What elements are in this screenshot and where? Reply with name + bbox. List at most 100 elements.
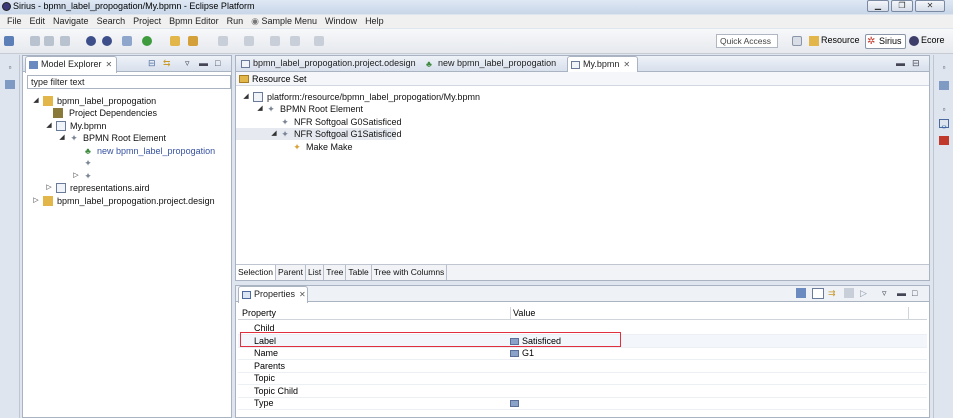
column-value[interactable]: Value <box>510 307 535 320</box>
menu-sample-menu[interactable]: ◉ Sample Menu <box>247 15 321 28</box>
tab-odesign[interactable]: bpmn_label_propogation.project.odesign <box>238 56 416 72</box>
expanded-arrow-icon[interactable]: ◢ <box>256 105 264 113</box>
filter-icon[interactable]: ▷ <box>860 288 867 299</box>
tab-model-explorer[interactable]: Model Explorer ✕ <box>25 56 117 73</box>
code-icon[interactable]: ‹› <box>939 122 949 131</box>
column-property[interactable]: Property <box>242 307 276 320</box>
property-row-topic[interactable]: Topic <box>238 372 927 385</box>
maximize-view-icon[interactable]: □ <box>912 288 917 298</box>
close-tab-icon[interactable]: ✕ <box>299 290 306 299</box>
view-menu-icon[interactable]: ▿ <box>185 58 190 69</box>
tree-item-root-element[interactable]: ◢ ✦ BPMN Root Element <box>23 132 231 144</box>
tab-properties[interactable]: Properties ✕ <box>238 286 308 303</box>
forward-icon[interactable] <box>290 36 300 46</box>
menu-project[interactable]: Project <box>129 15 165 28</box>
menu-window[interactable]: Window <box>321 15 361 28</box>
tree-item-dependencies[interactable]: Project Dependencies <box>23 107 231 119</box>
restore-icon[interactable]: ▫ <box>5 63 15 72</box>
menu-run[interactable]: Run <box>223 15 248 28</box>
maximize-view-icon[interactable]: □ <box>215 58 220 68</box>
run-icon[interactable] <box>142 36 152 46</box>
perspective-sirius[interactable]: ✲ Sirius <box>865 34 906 49</box>
view-menu-icon[interactable]: ▿ <box>882 288 887 299</box>
subtab-table[interactable]: Table <box>346 265 372 280</box>
property-row-name[interactable]: Name G1 <box>238 347 927 360</box>
subtab-list[interactable]: List <box>306 265 325 280</box>
show-categories-icon[interactable] <box>812 288 824 299</box>
restore-right-icon[interactable]: ▫ <box>939 63 949 72</box>
debug-icon[interactable] <box>86 36 96 46</box>
editor-tree-g0[interactable]: ✦ NFR Softgoal G0Satisficed <box>236 116 926 128</box>
property-row-parents[interactable]: Parents <box>238 360 927 373</box>
annotation-icon[interactable] <box>218 36 228 46</box>
property-row-topic-child[interactable]: Topic Child <box>238 385 927 398</box>
menu-bpmn-editor[interactable]: Bpmn Editor <box>165 15 223 28</box>
outline-icon[interactable] <box>939 81 949 90</box>
property-value[interactable]: G1 <box>510 347 534 359</box>
editor-tree-g1[interactable]: ◢ ✦ NFR Softgoal G1Satisficed <box>236 128 402 140</box>
tree-item-unnamed[interactable]: ✦ <box>23 157 231 169</box>
nav-forward-icon[interactable] <box>314 36 324 46</box>
open-perspective-icon[interactable] <box>792 36 802 46</box>
expanded-arrow-icon[interactable]: ◢ <box>242 93 250 101</box>
menu-file[interactable]: File <box>3 15 26 28</box>
print-icon[interactable] <box>60 36 70 46</box>
expanded-arrow-icon[interactable]: ◢ <box>45 122 53 130</box>
subtab-parent[interactable]: Parent <box>276 265 307 280</box>
collapsed-arrow-icon[interactable]: ▷ <box>45 184 53 192</box>
expanded-arrow-icon[interactable]: ◢ <box>32 97 40 105</box>
tree-item-my-bpmn[interactable]: ◢ My.bpmn <box>23 120 231 132</box>
perspective-ecore[interactable]: Ecore <box>908 34 948 49</box>
save-icon[interactable] <box>30 36 40 46</box>
expanded-arrow-icon[interactable]: ◢ <box>270 130 278 138</box>
back-icon[interactable] <box>270 36 280 46</box>
save-all-icon[interactable] <box>44 36 54 46</box>
problems-icon[interactable] <box>939 136 949 145</box>
subtab-tree[interactable]: Tree <box>324 265 347 280</box>
filter-input[interactable]: type filter text <box>27 75 231 89</box>
hierarchy-icon[interactable] <box>5 80 15 89</box>
tree-item-design-project[interactable]: ▷ bpmn_label_propogation.project.design <box>23 195 231 207</box>
minimize-view-icon[interactable]: ▬ <box>897 288 906 298</box>
tree-item-representations[interactable]: ▷ representations.aird <box>23 182 231 194</box>
close-button[interactable]: ✕ <box>915 0 945 12</box>
tab-diagram[interactable]: ♣ new bpmn_label_propogation <box>423 56 563 72</box>
tree-item-unnamed-2[interactable]: ▷ ✦ <box>23 170 231 182</box>
close-tab-icon[interactable]: ✕ <box>106 60 113 69</box>
editor-tree-resource[interactable]: ◢ platform:/resource/bpmn_label_propogat… <box>236 91 926 103</box>
perspective-resource[interactable]: Resource <box>808 34 863 49</box>
new-icon[interactable] <box>4 36 14 46</box>
edit-icon[interactable] <box>188 36 198 46</box>
run-ext-icon[interactable] <box>102 36 112 46</box>
prev-annotation-icon[interactable] <box>244 36 254 46</box>
folder-icon[interactable] <box>170 36 180 46</box>
restore-right-2-icon[interactable]: ▫ <box>939 105 949 114</box>
collapsed-arrow-icon[interactable]: ▷ <box>32 197 40 205</box>
menu-navigate[interactable]: Navigate <box>49 15 93 28</box>
tree-item-project[interactable]: ◢ bpmn_label_propogation <box>23 95 231 107</box>
close-tab-icon[interactable]: ✕ <box>623 60 630 69</box>
show-advanced-icon[interactable]: ⇉ <box>828 288 836 299</box>
collapse-all-icon[interactable]: ⊟ <box>148 58 156 69</box>
editor-tree-root-element[interactable]: ◢ ✦ BPMN Root Element <box>236 103 926 115</box>
subtab-selection[interactable]: Selection <box>236 265 276 280</box>
tree-item-diagram[interactable]: ♣ new bpmn_label_propogation <box>23 145 231 157</box>
tab-my-bpmn[interactable]: My.bpmn ✕ <box>567 56 638 73</box>
minimize-view-icon[interactable]: ▬ <box>199 58 208 68</box>
restore-button[interactable]: ❐ <box>891 0 913 12</box>
link-editor-icon[interactable]: ⇆ <box>163 58 171 69</box>
menu-search[interactable]: Search <box>93 15 130 28</box>
restore-default-icon[interactable] <box>844 288 854 298</box>
property-row-type[interactable]: Type <box>238 397 927 410</box>
pin-icon[interactable] <box>796 288 806 298</box>
subtab-tree-with-columns[interactable]: Tree with Columns <box>372 265 448 280</box>
expanded-arrow-icon[interactable]: ◢ <box>58 134 66 142</box>
maximize-view-icon[interactable]: ⊟ <box>912 58 920 69</box>
menu-help[interactable]: Help <box>361 15 388 28</box>
editor-tree-make[interactable]: ✦ Make Make <box>236 141 926 153</box>
minimize-view-icon[interactable]: ▬ <box>896 58 905 68</box>
menu-edit[interactable]: Edit <box>26 15 50 28</box>
property-value[interactable] <box>510 397 522 409</box>
minimize-button[interactable]: ▁ <box>867 0 889 12</box>
quick-access-input[interactable]: Quick Access <box>716 34 778 48</box>
